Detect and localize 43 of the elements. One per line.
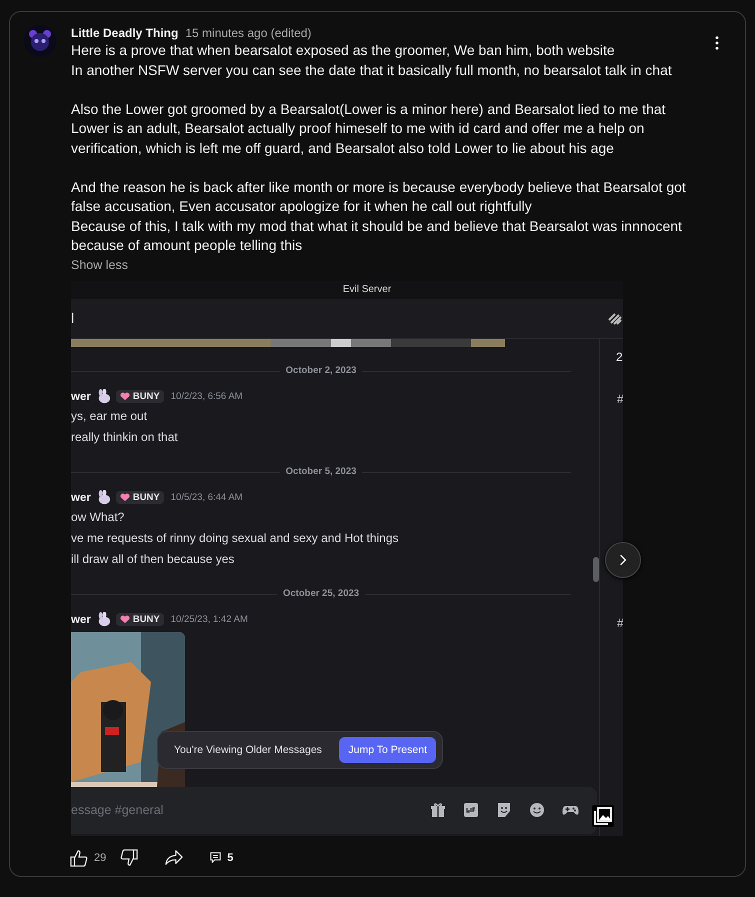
gift-icon[interactable] <box>430 802 446 818</box>
older-messages-text: You're Viewing Older Messages <box>174 744 322 756</box>
message-time: 10/5/23, 6:44 AM <box>170 492 243 503</box>
heart-icon <box>120 493 130 502</box>
avatar-icon[interactable] <box>24 25 56 57</box>
message-author[interactable]: wer <box>71 614 91 626</box>
message-text: ow What? <box>71 508 124 526</box>
show-less-link[interactable]: Show less <box>71 258 128 272</box>
thumbs-down-icon <box>120 848 138 866</box>
role-name: BUNY <box>132 614 160 625</box>
role-name: BUNY <box>132 492 160 503</box>
message-time: 10/25/23, 1:42 AM <box>170 614 248 625</box>
gallery-icon[interactable] <box>592 804 614 826</box>
post-text: Here is a prove that when bearsalot exposed as the groomer, We ban him, both website In another NSFW server you can see the date that it basically full month, no bearsalot talk in chat Also the Lower got groomed by a Bearsalot(Lower is a minor here) and Bearsalot lied to me that Lower is an adult, Bearsalot actually proof himeself to me with id card and offer me a help on verification, which is left me off guard, and Bearsalot also told Lower to lie about his age And the reason he is back after like month or more is because everybody believe that Bearsalot got false accusation, Even accusator apologize for it when he call out rightfully Because of this, I talk with my mod that what it should be and believe that Bearsalot was innnocent because of amount people telling this <box>71 41 686 255</box>
emoji-icon[interactable] <box>529 802 545 818</box>
message-author[interactable]: wer <box>71 390 91 402</box>
dislike-button[interactable] <box>118 846 140 868</box>
server-name: Evil Server <box>342 284 392 296</box>
scrollbar[interactable] <box>593 556 600 582</box>
heart-icon <box>120 615 130 624</box>
message-text: really thinkin on that <box>71 428 178 446</box>
like-count: 29 <box>94 852 106 864</box>
message-time: 10/2/23, 6:56 AM <box>170 391 243 402</box>
message-author[interactable]: wer <box>71 492 91 504</box>
comment-icon <box>210 852 222 863</box>
message-text: ill draw all of then because yes <box>71 550 234 568</box>
role-name: BUNY <box>132 391 160 402</box>
sidebar-count: 2 <box>616 350 623 364</box>
chevron-right-icon <box>619 554 627 566</box>
sticker-icon[interactable] <box>496 802 512 818</box>
author-name[interactable]: Little Deadly Thing <box>71 26 178 40</box>
message-text: ys, ear me out <box>71 408 148 424</box>
share-icon <box>164 848 184 866</box>
input-placeholder: essage #general <box>71 803 164 817</box>
jump-to-present-button[interactable]: Jump To Present <box>339 736 436 762</box>
gif-icon[interactable] <box>463 802 479 818</box>
message-text: ve me requests of rinny doing sexual and sexy and Hot things <box>71 530 399 546</box>
thumbs-up-icon <box>70 848 88 866</box>
more-icon <box>715 36 719 50</box>
channel-name: l <box>71 310 74 326</box>
post-time: 15 minutes ago (edited) <box>185 26 312 40</box>
comments-button[interactable]: 5 <box>208 850 236 866</box>
heart-icon <box>120 392 130 401</box>
